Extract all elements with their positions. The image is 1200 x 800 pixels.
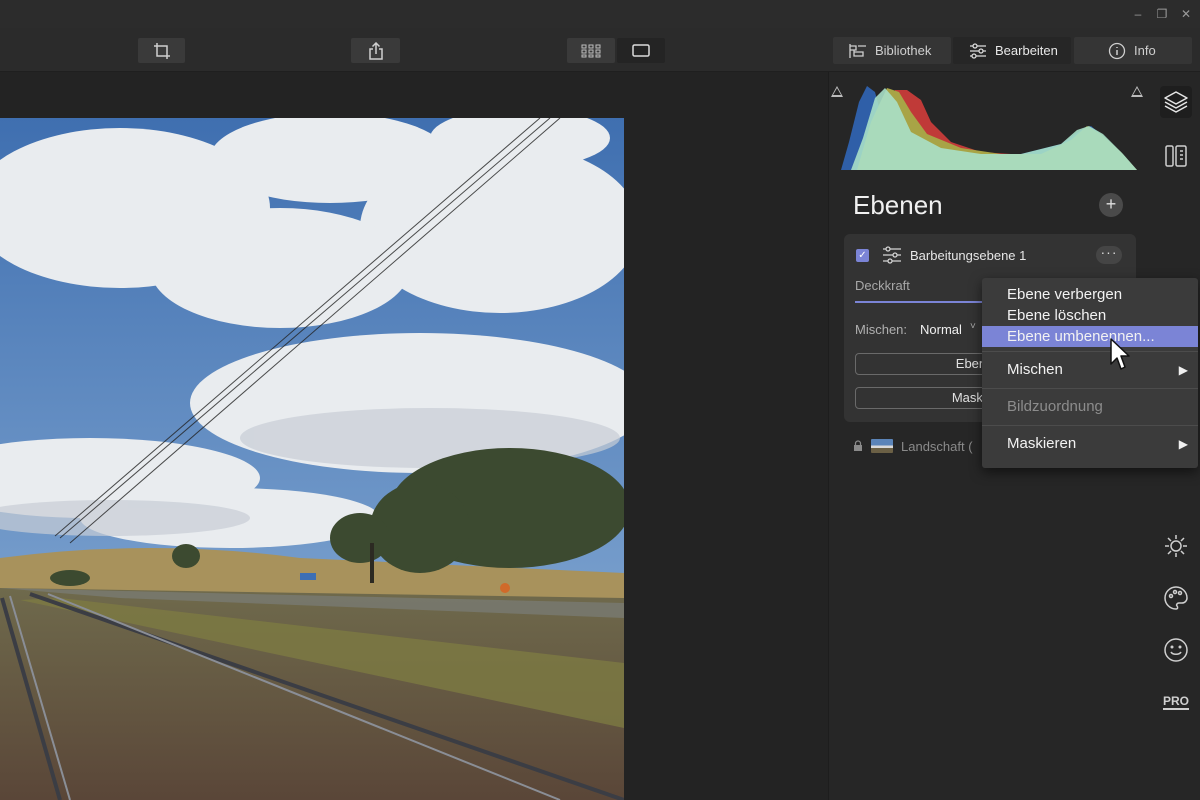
menu-item-hide-layer[interactable]: Ebene verbergen xyxy=(982,284,1198,305)
panel-title: Ebenen xyxy=(853,190,943,220)
menu-item-blend[interactable]: Mischen ▶ xyxy=(982,352,1198,388)
layer-thumbnail xyxy=(871,439,893,453)
crop-icon xyxy=(153,42,170,59)
presets-icon[interactable] xyxy=(1160,140,1192,172)
image-canvas[interactable] xyxy=(0,72,828,800)
palette-icon[interactable] xyxy=(1160,582,1192,614)
opacity-label: Deckkraft xyxy=(855,278,910,293)
blend-label: Mischen: xyxy=(855,322,908,337)
grid-view-icon xyxy=(581,44,601,57)
chevron-down-icon: ˅ xyxy=(970,321,976,332)
menu-item-delete-layer[interactable]: Ebene löschen xyxy=(982,305,1198,326)
layer-row-landscape[interactable]: Landschaft ( xyxy=(853,436,973,456)
menu-item-image-mapping: Bildzuordnung xyxy=(1007,398,1103,415)
toolbar: Bibliothek Bearbeiten Info xyxy=(0,28,1200,72)
share-button[interactable] xyxy=(351,38,400,63)
layer-context-menu: Ebene verbergen Ebene löschen Ebene umbe… xyxy=(982,278,1198,468)
info-icon xyxy=(1108,42,1126,59)
submenu-arrow-icon: ▶ xyxy=(1178,437,1188,451)
tab-info-label: Info xyxy=(1134,43,1156,58)
tab-info[interactable]: Info xyxy=(1074,37,1192,64)
sliders-icon xyxy=(970,42,986,59)
tab-edit[interactable]: Bearbeiten xyxy=(953,37,1071,64)
minimize-icon[interactable]: – xyxy=(1130,6,1146,22)
share-icon xyxy=(368,41,383,60)
adjustment-layer-icon xyxy=(883,246,901,264)
menu-item-mask-label: Maskieren xyxy=(1007,435,1077,452)
layers-icon[interactable] xyxy=(1160,86,1192,118)
layer-name[interactable]: Barbeitungsebene 1 xyxy=(910,248,1026,263)
menu-item-blend-label: Mischen xyxy=(1007,361,1063,378)
mouse-cursor-icon xyxy=(1110,338,1130,370)
histogram xyxy=(841,86,1137,170)
photo-landscape xyxy=(0,118,624,800)
opacity-slider[interactable] xyxy=(855,301,985,303)
crop-button[interactable] xyxy=(138,38,185,63)
tab-library[interactable]: Bibliothek xyxy=(833,37,951,64)
add-layer-button[interactable]: + xyxy=(1099,193,1123,217)
layer-visible-checkbox[interactable]: ✓ xyxy=(856,249,869,262)
close-icon[interactable]: ✕ xyxy=(1178,6,1194,22)
blend-mode-select[interactable]: Normal xyxy=(920,322,962,337)
menu-item-mask[interactable]: Maskieren ▶ xyxy=(982,426,1198,462)
single-view-button[interactable] xyxy=(617,38,665,63)
single-view-icon xyxy=(632,44,650,57)
title-bar: – ❐ ✕ xyxy=(0,0,1200,28)
tab-edit-label: Bearbeiten xyxy=(995,43,1058,58)
lock-icon xyxy=(854,440,862,451)
layer-more-button[interactable]: ··· xyxy=(1096,245,1122,264)
pro-label: PRO xyxy=(1162,693,1189,710)
face-icon[interactable] xyxy=(1160,634,1192,666)
submenu-arrow-icon: ▶ xyxy=(1178,363,1188,377)
tab-library-label: Bibliothek xyxy=(875,43,932,58)
grid-view-button[interactable] xyxy=(567,38,615,63)
library-icon xyxy=(849,43,866,58)
menu-item-rename-layer[interactable]: Ebene umbenennen... xyxy=(982,326,1198,347)
pro-icon[interactable]: PRO xyxy=(1160,686,1192,718)
restore-icon[interactable]: ❐ xyxy=(1154,6,1170,22)
sun-icon[interactable] xyxy=(1160,530,1192,562)
layer2-name: Landschaft ( xyxy=(901,438,973,454)
